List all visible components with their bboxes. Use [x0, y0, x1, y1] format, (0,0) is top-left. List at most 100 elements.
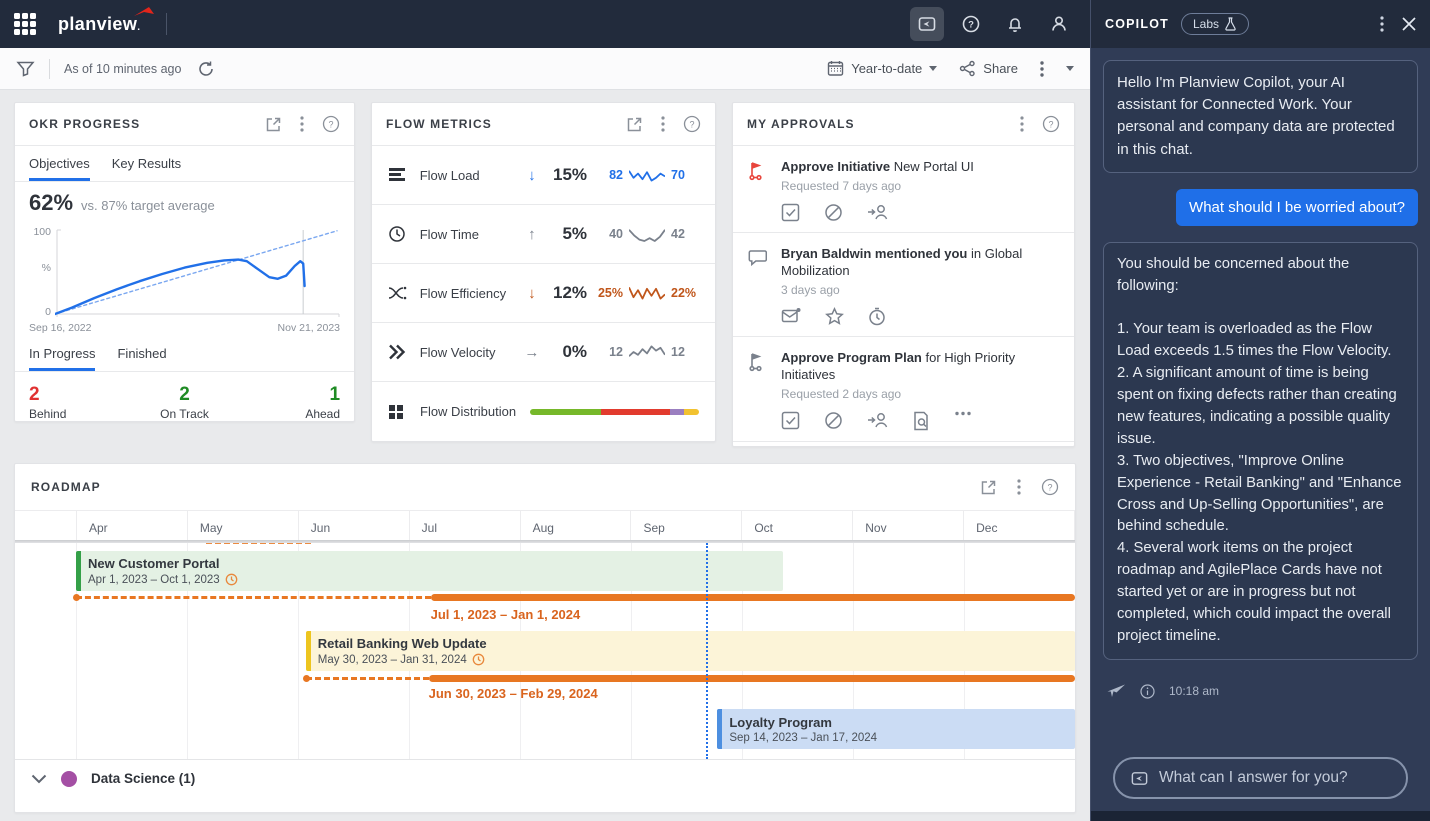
share-button[interactable]: Share: [959, 60, 1018, 77]
stat-value: 2: [29, 384, 40, 405]
distribution-segment: [601, 408, 671, 415]
roadmap-group-row[interactable]: Data Science (1): [15, 759, 1075, 797]
stat-value: 1: [329, 384, 341, 405]
kebab-icon[interactable]: [1020, 116, 1024, 132]
unread-icon[interactable]: [781, 307, 801, 326]
today-marker-line: [706, 543, 709, 759]
flow-metric-label: Flow Load: [419, 167, 480, 183]
help-circle-icon[interactable]: ?: [683, 115, 701, 133]
chevron-down-icon: [929, 66, 938, 71]
copilot-text-input[interactable]: [1159, 769, 1391, 787]
deny-icon[interactable]: [824, 411, 843, 431]
okr-stat-on-track: 2 On Track: [133, 384, 237, 421]
group-label: Data Science (1): [91, 771, 196, 786]
dependency-dashed-line: [302, 675, 429, 682]
flow-time-icon: [388, 225, 408, 243]
refresh-icon[interactable]: [197, 60, 215, 78]
flow-card-title: FLOW METRICS: [386, 117, 492, 131]
copilot-toggle-icon[interactable]: [910, 7, 944, 41]
svg-text:?: ?: [689, 120, 694, 130]
calendar-icon: [828, 61, 844, 76]
copilot-answer-message: You should be concerned about the follow…: [1103, 241, 1418, 660]
approve-icon[interactable]: [781, 411, 800, 431]
tab-finished[interactable]: Finished: [117, 346, 166, 371]
workflow-icon: [747, 158, 781, 222]
toolbar-more-menu[interactable]: [1040, 60, 1044, 77]
my-approvals-card: MY APPROVALS ? Approve Initiative New Po…: [732, 102, 1075, 447]
logo-swoosh-icon: [134, 6, 155, 16]
open-in-new-icon[interactable]: [980, 479, 997, 496]
gantt-bar-new-customer-portal[interactable]: New Customer Portal Apr 1, 2023 – Oct 1, …: [76, 551, 784, 591]
last-refreshed-text: As of 10 minutes ago: [64, 61, 182, 76]
help-circle-icon[interactable]: ?: [1041, 478, 1059, 496]
flow-metric-trend: 25% 22%: [595, 284, 699, 302]
roadmap-month-header: Apr May Jun Jul Aug Sep Oct Nov Dec: [15, 510, 1075, 540]
approve-icon[interactable]: [781, 203, 800, 222]
logo-text: planview: [58, 13, 138, 34]
bar-name: New Customer Portal: [88, 556, 220, 571]
tab-key-results[interactable]: Key Results: [112, 156, 181, 181]
share-icon: [960, 60, 975, 77]
y-axis-unit: %: [41, 262, 51, 274]
okr-card-title: OKR PROGRESS: [29, 117, 141, 131]
gantt-bar-retail-banking-web-update[interactable]: Retail Banking Web Update May 30, 2023 – …: [305, 631, 1075, 671]
help-circle-icon[interactable]: ?: [1042, 115, 1060, 133]
timeline-date-label: Jul 1, 2023 – Jan 1, 2024: [430, 607, 581, 622]
month-label-aug: Aug: [519, 511, 631, 540]
distribution-segment: [670, 408, 684, 415]
flow-metric-trend: 12 12: [595, 343, 699, 361]
approval-item[interactable]: Approve Program Plan for High Priority I…: [733, 337, 1074, 442]
open-in-new-icon[interactable]: [626, 116, 643, 133]
timeline-date-label: Jun 30, 2023 – Feb 29, 2024: [428, 686, 598, 701]
trend-start-value: 40: [609, 227, 624, 241]
trend-arrow-icon: ↓: [528, 284, 536, 302]
more-icon[interactable]: [954, 411, 972, 431]
reassign-icon[interactable]: [867, 411, 888, 431]
deny-icon[interactable]: [824, 203, 843, 222]
bar-name: Retail Banking Web Update: [317, 636, 487, 651]
flow-metric-flow-distribution: Flow Distribution: [372, 382, 715, 441]
month-label-may: May: [186, 511, 298, 540]
app-launcher-icon[interactable]: [14, 13, 36, 35]
star-icon[interactable]: [825, 306, 844, 326]
reassign-icon[interactable]: [867, 203, 888, 222]
approval-item[interactable]: Approve Initiative New Portal UI Requeste…: [733, 146, 1074, 233]
tab-in-progress[interactable]: In Progress: [29, 346, 96, 371]
gantt-bar-loyalty-program[interactable]: Loyalty Program Sep 14, 2023 – Jan 17, 20…: [717, 709, 1075, 749]
chevron-down-icon[interactable]: [31, 774, 47, 784]
notifications-bell-icon[interactable]: [998, 7, 1032, 41]
info-icon[interactable]: [1140, 684, 1155, 699]
copilot-chat-icon: [1131, 771, 1148, 785]
snooze-icon[interactable]: [868, 307, 886, 326]
doc-icon[interactable]: [912, 411, 930, 431]
approval-item[interactable]: Bryan Baldwin mentioned you in Global Mo…: [733, 233, 1074, 337]
trend-sparkline: [629, 287, 666, 300]
tab-objectives[interactable]: Objectives: [29, 156, 90, 181]
trend-arrow-icon: →: [524, 343, 540, 361]
flow-metric-change: 0%: [562, 342, 588, 361]
flow-metric-flow-velocity: Flow Velocity → 0% 12 12: [372, 323, 715, 382]
copilot-kebab-icon[interactable]: [1380, 16, 1384, 32]
timeline-solid-bar[interactable]: [430, 594, 1075, 601]
distribution-segment: [530, 408, 602, 415]
open-in-new-icon[interactable]: [265, 116, 282, 133]
user-profile-icon[interactable]: [1042, 7, 1076, 41]
kebab-icon[interactable]: [1017, 479, 1021, 495]
filter-icon[interactable]: [16, 59, 35, 78]
approval-item[interactable]: Cort Odekirk mentioned you in standupReq…: [733, 442, 1074, 446]
help-circle-icon[interactable]: ?: [322, 115, 340, 133]
date-range-dropdown[interactable]: Year-to-date: [827, 60, 938, 77]
nav-divider: [166, 13, 168, 35]
kebab-icon[interactable]: [300, 116, 304, 132]
kebab-icon: [1040, 60, 1044, 77]
copilot-close-icon[interactable]: [1402, 17, 1416, 31]
kebab-icon[interactable]: [661, 116, 665, 132]
copilot-input[interactable]: [1113, 757, 1408, 799]
flow-metric-change: 5%: [562, 224, 588, 243]
help-icon[interactable]: ?: [954, 7, 988, 41]
logo-mark: .: [137, 21, 141, 33]
planview-logo[interactable]: planview.: [58, 6, 155, 35]
send-plane-icon[interactable]: [1107, 684, 1126, 698]
toolbar-collapse-chevron[interactable]: [1066, 66, 1074, 71]
timeline-solid-bar[interactable]: [428, 675, 1075, 682]
